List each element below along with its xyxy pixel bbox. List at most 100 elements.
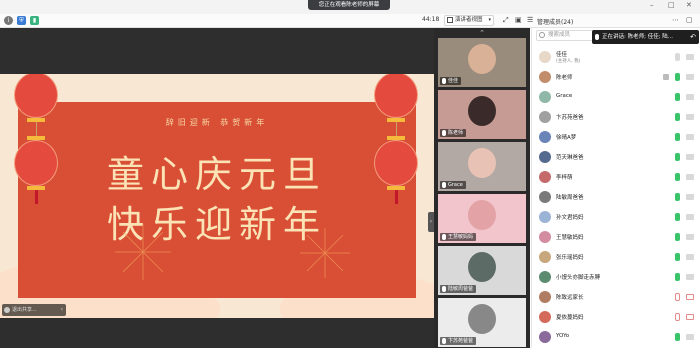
chevron-up-icon[interactable]: ⌃: [434, 28, 530, 38]
tile-name-text: 陆敏周爸爸: [448, 286, 474, 292]
avatar: [539, 191, 551, 203]
camera-icon[interactable]: [686, 254, 694, 260]
microphone-icon[interactable]: [675, 173, 680, 181]
member-row[interactable]: Grace: [532, 88, 700, 108]
member-row[interactable]: 陈致远家长: [532, 288, 700, 308]
member-row[interactable]: 陈老师: [532, 68, 700, 88]
avatar: [539, 231, 551, 243]
microphone-icon[interactable]: [675, 213, 680, 221]
member-name: 佳佳: [556, 52, 568, 58]
member-name: 陈老师: [556, 75, 573, 81]
microphone-icon[interactable]: [675, 293, 680, 301]
camera-icon[interactable]: [686, 274, 694, 280]
participant-video: [468, 96, 496, 126]
member-name: 孙文君妈妈: [556, 215, 584, 221]
avatar: [539, 171, 551, 183]
camera-icon[interactable]: [686, 234, 694, 240]
share-banner: 您正在观看陈老师的屏幕: [308, 0, 390, 10]
microphone-icon[interactable]: [675, 273, 680, 281]
member-row[interactable]: 孙文君妈妈: [532, 208, 700, 228]
member-name: 李梓萌: [556, 175, 573, 181]
lantern-right: [374, 74, 418, 204]
avatar: [539, 111, 551, 123]
video-tile[interactable]: 陈老师: [438, 90, 526, 139]
video-tile[interactable]: Grace: [438, 142, 526, 191]
slide-control-bar[interactable]: 退出共享... ‹: [2, 304, 66, 316]
member-name: 王慧敏妈妈: [556, 235, 584, 241]
fullscreen-icon[interactable]: ⤢: [503, 16, 509, 25]
speaking-indicator: 正在讲话: 陈老师; 佳佳; 陆... ↶: [592, 30, 699, 44]
tile-name-label: Grace: [440, 181, 466, 189]
member-row[interactable]: 佳佳 (主持人, 我): [532, 48, 700, 68]
microphone-icon[interactable]: [675, 233, 680, 241]
member-panel: 搜索成员 正在讲话: 陈老师; 佳佳; 陆... ↶ 佳佳 (主持人, 我) 陈老师…: [531, 28, 700, 348]
camera-icon[interactable]: [686, 154, 694, 160]
member-row[interactable]: 范天琳爸爸: [532, 148, 700, 168]
camera-icon[interactable]: [686, 214, 694, 220]
member-row[interactable]: 张乐瑶妈妈: [532, 248, 700, 268]
avatar: [539, 151, 551, 163]
member-row[interactable]: 小馒头亦脚走赤膊: [532, 268, 700, 288]
camera-icon[interactable]: [686, 334, 694, 340]
microphone-icon[interactable]: [675, 193, 680, 201]
member-name: 范天琳爸爸: [556, 155, 584, 161]
microphone-icon[interactable]: [675, 133, 680, 141]
member-row[interactable]: 王慧敏妈妈: [532, 228, 700, 248]
microphone-icon[interactable]: [675, 333, 680, 341]
camera-icon[interactable]: [686, 314, 694, 320]
signal-icon[interactable]: ▮: [30, 16, 39, 25]
microphone-icon[interactable]: [675, 313, 680, 321]
presentation-slide: 辞旧迎新 恭贺新年 童心庆元旦 快乐迎新年: [0, 74, 434, 318]
member-row[interactable]: 李梓萌: [532, 168, 700, 188]
camera-icon[interactable]: [686, 94, 694, 100]
firework-icon: [115, 224, 171, 280]
microphone-icon[interactable]: [675, 53, 680, 61]
tile-name-text: 王慧敏妈妈: [448, 234, 474, 240]
video-tile[interactable]: 佳佳: [438, 38, 526, 87]
camera-icon[interactable]: [686, 54, 694, 60]
camera-icon[interactable]: [686, 74, 694, 80]
layout-icon[interactable]: ▣: [515, 16, 522, 24]
video-tile[interactable]: 卞苏苑爸爸: [438, 298, 526, 347]
collapse-panel-icon[interactable]: ▢: [686, 16, 693, 24]
avatar: [539, 91, 551, 103]
info-icon[interactable]: i: [4, 16, 13, 25]
member-row[interactable]: 徐晴A梦: [532, 128, 700, 148]
camera-icon[interactable]: [686, 174, 694, 180]
member-row[interactable]: 夏依蔓妈妈: [532, 308, 700, 328]
avatar: [539, 271, 551, 283]
video-tile[interactable]: 王慧敏妈妈: [438, 194, 526, 243]
camera-icon[interactable]: [686, 134, 694, 140]
close-icon[interactable]: ✕: [686, 1, 692, 9]
participant-video: [468, 252, 496, 282]
avatar: [539, 331, 551, 343]
microphone-icon[interactable]: [675, 73, 680, 81]
microphone-icon[interactable]: [675, 93, 680, 101]
shield-icon[interactable]: ⛨: [17, 16, 26, 25]
tile-name-label: 卞苏苑爸爸: [440, 337, 477, 345]
camera-icon[interactable]: [686, 194, 694, 200]
member-list-icon[interactable]: ☰: [527, 16, 533, 24]
member-row[interactable]: 卞苏苑爸爸: [532, 108, 700, 128]
tile-name-label: 王慧敏妈妈: [440, 233, 477, 241]
maximize-icon[interactable]: □: [668, 1, 675, 9]
camera-icon[interactable]: [686, 114, 694, 120]
greeting-card: 辞旧迎新 恭贺新年 童心庆元旦 快乐迎新年: [18, 102, 416, 298]
lantern-left: [14, 74, 58, 204]
microphone-icon[interactable]: [675, 113, 680, 121]
microphone-icon[interactable]: [675, 253, 680, 261]
tile-name-label: 陈老师: [440, 129, 467, 137]
video-tile[interactable]: 陆敏周爸爸: [438, 246, 526, 295]
member-row[interactable]: 陆敏周爸爸: [532, 188, 700, 208]
chevron-left-icon[interactable]: ‹: [61, 304, 63, 316]
stop-share-icon: [4, 307, 10, 313]
microphone-icon[interactable]: [675, 153, 680, 161]
chevron-down-icon: ▾: [488, 17, 491, 23]
undo-icon[interactable]: ↶: [690, 30, 696, 44]
member-name: 张乐瑶妈妈: [556, 255, 584, 261]
camera-icon[interactable]: [686, 294, 694, 300]
member-row[interactable]: YOYo: [532, 328, 700, 348]
more-icon[interactable]: ⋯: [672, 16, 679, 24]
minimize-icon[interactable]: –: [650, 1, 654, 9]
view-mode-button[interactable]: 演讲者视图 ▾: [444, 15, 494, 26]
